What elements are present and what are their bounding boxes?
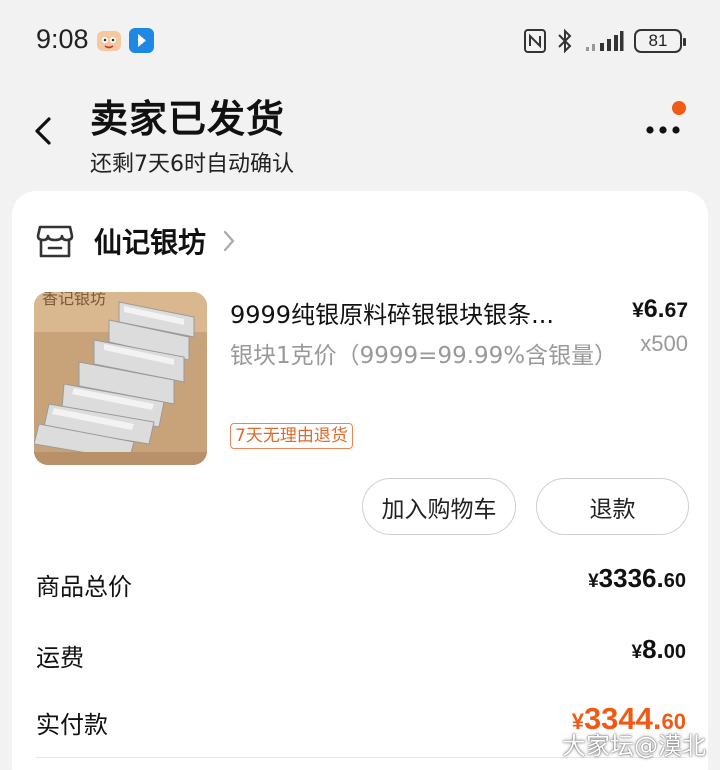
more-options-icon[interactable] (644, 98, 690, 140)
product-title[interactable]: 9999纯银原料碎银银块银条... (230, 295, 600, 330)
shop-header[interactable]: 仙记银坊 (36, 215, 236, 267)
goods-total-value: ¥3336.60 (588, 563, 686, 593)
price-decimal: 67 (664, 299, 688, 322)
price-integer: 6. (643, 295, 665, 323)
product-quantity: x500 (640, 331, 688, 356)
status-bar: 9:08 81 (0, 0, 720, 82)
auto-confirm-countdown: 还剩7天6时自动确认 (90, 152, 294, 177)
watermark: 大家坛@漠北 (562, 732, 706, 760)
svg-text:香记银坊: 香记银坊 (42, 292, 106, 308)
app-notification-icon-2 (129, 28, 154, 53)
goods-total-label: 商品总价 (36, 573, 132, 601)
app-notification-icon (97, 31, 121, 51)
shipping-row: 运费 ¥8.00 (36, 634, 686, 674)
goods-total-row: 商品总价 ¥3336.60 (36, 563, 686, 603)
battery-icon: 81 (634, 29, 686, 53)
product-image[interactable]: 香记银坊 (34, 292, 207, 465)
add-to-cart-button[interactable]: 加入购物车 (362, 478, 516, 535)
page-title: 卖家已发货 (90, 97, 286, 141)
refund-button[interactable]: 退款 (536, 478, 689, 535)
shipping-value: ¥8.00 (631, 634, 686, 664)
product-spec: 银块1克价（9999=99.99%含银量） (230, 343, 618, 369)
order-card: 仙记银坊 香记银坊 9999纯银原料碎银银块银条... ¥6.67 x500 银… (12, 191, 708, 770)
return-policy-badge: 7天无理由退货 (230, 423, 353, 449)
nfc-icon (524, 29, 546, 53)
product-price: ¥6.67 (632, 295, 688, 324)
shipping-label: 运费 (36, 644, 84, 672)
bluetooth-icon (558, 28, 572, 54)
status-time: 9:08 (36, 24, 89, 54)
battery-level: 81 (648, 31, 668, 50)
notification-dot (672, 101, 686, 115)
signal-icon (586, 31, 624, 51)
store-icon (36, 225, 74, 258)
paid-label: 实付款 (36, 711, 108, 739)
status-indicators: 81 (524, 26, 686, 56)
chevron-right-icon (223, 230, 235, 252)
shop-name[interactable]: 仙记银坊 (94, 221, 206, 261)
price-symbol: ¥ (632, 299, 644, 322)
back-arrow-icon[interactable] (30, 116, 56, 146)
